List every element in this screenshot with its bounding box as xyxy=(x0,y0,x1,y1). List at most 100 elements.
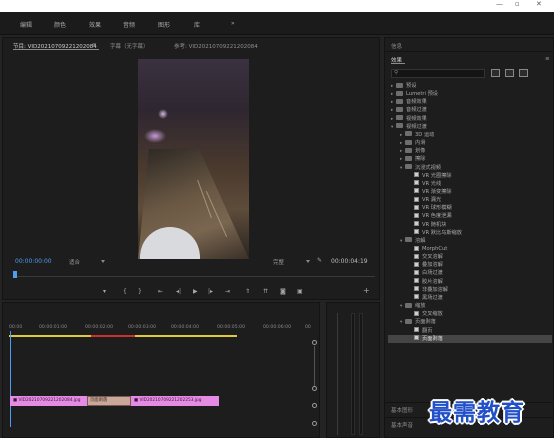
street-light-glow xyxy=(158,109,168,119)
tree-effect[interactable]: 叠加溶解 xyxy=(388,261,552,269)
ruler-label: 00:00:02:00 xyxy=(85,325,114,330)
ruler-label: 00:00:01:00 xyxy=(39,325,68,330)
extract-icon[interactable]: ⇈ xyxy=(263,288,268,295)
close-icon[interactable]: ✕ xyxy=(536,0,542,8)
timeline-playhead[interactable] xyxy=(10,331,11,427)
in-point-icon[interactable]: { xyxy=(123,288,127,295)
tree-folder[interactable]: ▸ 3D 运动 xyxy=(388,131,552,139)
tree-effect[interactable]: 页面剥落 xyxy=(388,334,552,343)
transition-preset-icon xyxy=(414,188,419,194)
tree-folder[interactable]: ▸ Lumetri 预设 xyxy=(388,90,552,98)
step-forward-icon[interactable]: |▸ xyxy=(208,288,213,295)
fit-dropdown[interactable]: 适合 xyxy=(69,258,80,266)
transition-preset-icon xyxy=(414,229,419,235)
track-scroll-handle[interactable] xyxy=(312,421,317,426)
add-button[interactable]: + xyxy=(363,287,370,295)
minimize-icon[interactable]: — xyxy=(496,0,503,8)
marker-icon[interactable]: ▾ xyxy=(103,288,106,295)
video-preview[interactable] xyxy=(138,59,249,259)
tree-folder[interactable]: ▾ 缩放 xyxy=(388,302,552,310)
tree-folder[interactable]: ▾ 视频过渡 xyxy=(388,123,552,131)
workspace-color[interactable]: 颜色 xyxy=(54,20,66,29)
tree-folder[interactable]: ▸ 内滑 xyxy=(388,139,552,147)
tree-folder[interactable]: ▸ 划像 xyxy=(388,147,552,155)
maximize-icon[interactable]: ▫ xyxy=(515,0,520,8)
tree-item-label: 内滑 xyxy=(415,140,426,147)
current-timecode[interactable]: 00:00:00:00 xyxy=(15,258,52,265)
wrench-icon[interactable]: ✎ xyxy=(317,257,322,264)
monitor-time-ruler[interactable] xyxy=(13,276,375,277)
lift-icon[interactable]: ⇑ xyxy=(245,288,250,295)
window-title-bar: — ▫ ✕ xyxy=(0,0,554,12)
tree-folder[interactable]: ▸ 视频效果 xyxy=(388,115,552,123)
tree-effect[interactable]: VR 默比乌斯缩放 xyxy=(388,229,552,237)
tree-effect[interactable]: VR 光圈擦除 xyxy=(388,172,552,180)
tree-folder[interactable]: ▾ 页面剥落 xyxy=(388,318,552,326)
tree-folder[interactable]: ▸ 音频效果 xyxy=(388,98,552,106)
tab-essential-graphics[interactable]: 基本图形 xyxy=(391,406,413,414)
search-input[interactable]: ⚲ xyxy=(391,69,485,78)
tree-effect[interactable]: 非叠加溶解 xyxy=(388,286,552,294)
tab-essential-sound[interactable]: 基本声音 xyxy=(391,421,413,429)
tab-menu-icon[interactable]: ≡ xyxy=(92,42,97,48)
transition-page-peel[interactable]: 页面剥落 xyxy=(87,396,131,406)
play-icon[interactable]: ▶ xyxy=(193,288,198,295)
transition-preset-icon xyxy=(414,286,419,292)
active-tab-underline xyxy=(391,63,405,64)
tree-effect[interactable]: 黑场过渡 xyxy=(388,294,552,302)
tab-captions[interactable]: 字幕（无字幕） xyxy=(110,42,149,50)
32bit-effects-icon[interactable] xyxy=(505,69,514,77)
workspace-graphics[interactable]: 图形 xyxy=(158,20,170,29)
tab-info[interactable]: 信息 xyxy=(391,42,402,50)
tree-effect[interactable]: 交叉缩放 xyxy=(388,310,552,318)
workspace-libraries[interactable]: 库 xyxy=(194,20,200,29)
tree-item-label: VR 光圈擦除 xyxy=(422,172,452,179)
go-to-in-icon[interactable]: ⇤ xyxy=(158,288,163,295)
transition-preset-icon xyxy=(414,335,419,341)
quality-dropdown[interactable]: 完整 xyxy=(273,258,284,266)
tree-effect[interactable]: MorphCut xyxy=(388,245,552,253)
clip-a[interactable]: ■ VID20210709221202084.jpg xyxy=(10,396,90,406)
tree-item-label: VR 色度泄漏 xyxy=(422,213,452,220)
tree-effect[interactable]: 胶片溶解 xyxy=(388,278,552,286)
clip-b[interactable]: ■ VID20210709221202253.jpg xyxy=(131,396,219,406)
tree-effect[interactable]: VR 色度泄漏 xyxy=(388,212,552,220)
tree-effect[interactable]: VR 球形模糊 xyxy=(388,204,552,212)
panel-menu-icon[interactable]: ≡ xyxy=(545,56,550,62)
tree-effect[interactable]: VR 渐变擦除 xyxy=(388,188,552,196)
tree-effect[interactable]: VR 光线 xyxy=(388,180,552,188)
tree-effect[interactable]: VR 漏光 xyxy=(388,196,552,204)
tree-effect[interactable]: 翻页 xyxy=(388,327,552,335)
tree-folder[interactable]: ▸ 擦除 xyxy=(388,155,552,163)
accelerated-effects-icon[interactable] xyxy=(491,69,500,77)
track-scroll-handle[interactable] xyxy=(312,386,317,391)
workspace-edit[interactable]: 编辑 xyxy=(20,20,32,29)
folder-icon xyxy=(396,115,403,121)
render-bar xyxy=(91,335,135,337)
track-scroll-handle[interactable] xyxy=(312,403,317,408)
out-point-icon[interactable]: } xyxy=(138,288,142,295)
tree-item-label: 页面剥落 xyxy=(422,335,443,342)
yuv-effects-icon[interactable] xyxy=(519,69,528,77)
track-scrollbar[interactable] xyxy=(314,346,315,386)
workspace-audio[interactable]: 音频 xyxy=(123,20,135,29)
tab-reference[interactable]: 参考: VID20210709221202084 xyxy=(174,42,258,50)
tree-effect[interactable]: 交叉溶解 xyxy=(388,253,552,261)
go-to-out-icon[interactable]: ⇥ xyxy=(225,288,230,295)
tree-folder[interactable]: ▾ 溶解 xyxy=(388,237,552,245)
tree-effect[interactable]: VR 随机块 xyxy=(388,221,552,229)
workspace-effects[interactable]: 效果 xyxy=(89,20,101,29)
folder-icon xyxy=(405,139,412,145)
step-back-icon[interactable]: ◂| xyxy=(176,288,181,295)
track-scroll-handle[interactable] xyxy=(312,340,317,345)
transition-preset-icon xyxy=(414,269,419,275)
tree-folder[interactable]: ▾ 沉浸式视频 xyxy=(388,164,552,172)
tree-effect[interactable]: 白场过渡 xyxy=(388,269,552,277)
compare-icon[interactable]: ▣ xyxy=(297,288,303,295)
export-frame-icon[interactable]: ◙ xyxy=(280,288,286,295)
tree-folder[interactable]: ▸ 预设 xyxy=(388,82,552,90)
tree-folder[interactable]: ▸ 音频过渡 xyxy=(388,106,552,114)
workspace-overflow-icon[interactable]: » xyxy=(231,20,235,27)
monitor-playhead[interactable] xyxy=(13,271,17,278)
ruler-label: 00:00:06:00 xyxy=(263,325,292,330)
